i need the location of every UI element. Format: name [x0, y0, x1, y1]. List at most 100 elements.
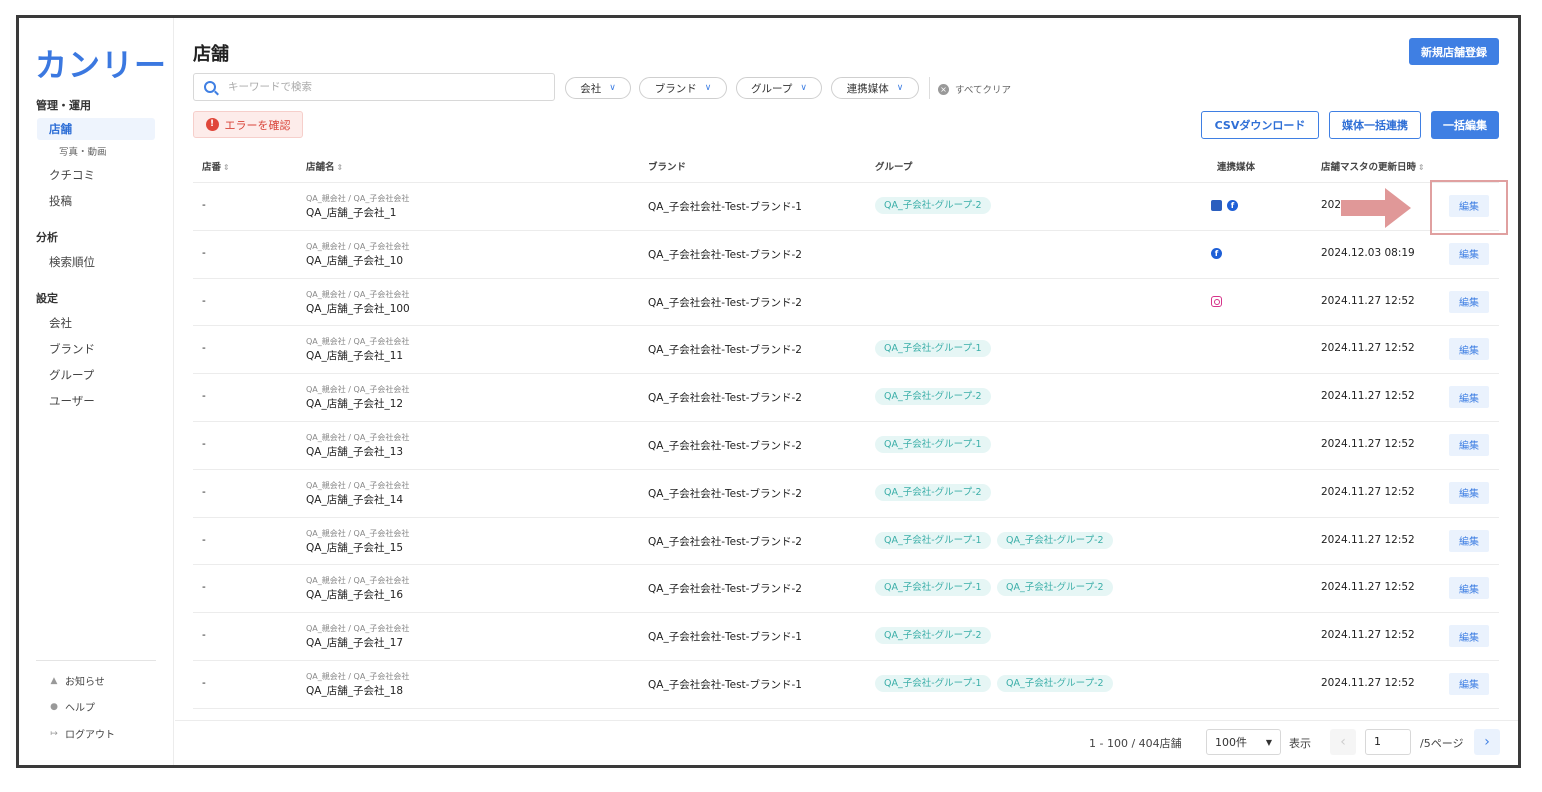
app-window: カンリー 管理・運用 店舗 写真・動画 クチコミ 投稿 分析 検索順位 設定 会… — [16, 15, 1521, 768]
edit-button[interactable]: 編集 — [1449, 625, 1489, 648]
edit-button[interactable]: 編集 — [1449, 338, 1489, 361]
row-divider — [193, 373, 1499, 375]
next-page-button[interactable]: › — [1474, 729, 1500, 755]
linked-media: f — [1211, 247, 1222, 259]
search-box[interactable] — [193, 73, 555, 101]
filter-group[interactable]: グループ ∨ — [736, 77, 822, 99]
sidebar-item-reviews[interactable]: クチコミ — [49, 167, 95, 183]
row-divider — [193, 516, 1499, 518]
store-no: - — [202, 485, 206, 498]
store-name[interactable]: QA_店舗_子会社_15 — [306, 540, 403, 555]
main-content: 店舗 新規店舗登録 会社 ∨ ブランド ∨ グループ ∨ 連携媒体 ∨ × すべてクリア… — [175, 18, 1518, 765]
sidebar-item-group[interactable]: グループ — [49, 367, 94, 383]
store-name[interactable]: QA_店舗_子会社_14 — [306, 492, 403, 507]
sidebar-item-stores[interactable]: 店舗 — [37, 118, 155, 140]
group-tag: QA_子会社-グループ-2 — [875, 627, 991, 645]
pagination-divider — [175, 720, 1518, 721]
new-store-button[interactable]: 新規店舗登録 — [1409, 38, 1499, 65]
csv-download-button[interactable]: CSVダウンロード — [1201, 111, 1319, 139]
clear-all-filters[interactable]: × すべてクリア — [938, 82, 1011, 96]
notifications-label: お知らせ — [65, 677, 105, 688]
store-no: - — [202, 629, 206, 642]
row-divider — [193, 421, 1499, 422]
check-errors-button[interactable]: ! エラーを確認 — [193, 111, 303, 138]
page-title: 店舗 — [193, 44, 229, 65]
column-brand: ブランド — [648, 162, 687, 173]
chevron-down-icon: ∨ — [609, 83, 616, 93]
store-name[interactable]: QA_店舗_子会社_13 — [306, 444, 403, 459]
edit-button[interactable]: 編集 — [1449, 529, 1489, 552]
sidebar-logout[interactable]: ↦ ログアウト — [49, 726, 115, 742]
column-group: グループ — [875, 162, 913, 173]
store-brand: QA_子会社会社-Test-ブランド-2 — [648, 583, 802, 596]
column-updated[interactable]: 店舗マスタの更新日時 ⇕ — [1321, 159, 1425, 173]
check-errors-label: エラーを確認 — [224, 118, 291, 132]
store-updated: 2024.11.27 12:52 — [1321, 629, 1415, 642]
store-name[interactable]: QA_店舗_子会社_17 — [306, 635, 403, 650]
edit-button[interactable]: 編集 — [1449, 481, 1489, 504]
sidebar-item-brand[interactable]: ブランド — [49, 341, 95, 357]
nav-heading-settings: 設定 — [36, 292, 58, 305]
chevron-down-icon: ∨ — [800, 83, 807, 93]
edit-button[interactable]: 編集 — [1449, 290, 1489, 313]
per-page-select[interactable]: 100件 ▼ — [1206, 729, 1281, 755]
filter-divider — [929, 77, 930, 99]
column-store-no[interactable]: 店番 ⇕ — [202, 159, 230, 173]
filter-company[interactable]: 会社 ∨ — [565, 77, 631, 99]
store-company: QA_親会社 / QA_子会社会社 — [306, 576, 410, 586]
filter-media[interactable]: 連携媒体 ∨ — [831, 77, 919, 99]
logout-icon: ↦ — [50, 728, 58, 739]
sort-icon: ⇕ — [1418, 163, 1425, 172]
store-brand: QA_子会社会社-Test-ブランド-2 — [648, 248, 802, 261]
edit-button[interactable]: 編集 — [1449, 386, 1489, 409]
store-updated: 2024.12.03 08:19 — [1321, 246, 1415, 259]
edit-button[interactable]: 編集 — [1449, 433, 1489, 456]
group-tag: QA_子会社-グループ-2 — [997, 579, 1113, 597]
column-store-name-label: 店舗名 — [306, 162, 335, 173]
per-page-value: 100件 — [1215, 736, 1247, 749]
store-company: QA_親会社 / QA_子会社会社 — [306, 385, 410, 395]
edit-button[interactable]: 編集 — [1449, 242, 1489, 265]
store-no: - — [202, 342, 206, 355]
column-store-name[interactable]: 店舗名 ⇕ — [306, 159, 343, 173]
page-input[interactable]: 1 — [1365, 729, 1411, 755]
edit-button[interactable]: 編集 — [1449, 672, 1489, 695]
sidebar-item-photos[interactable]: 写真・動画 — [59, 144, 107, 158]
bulk-media-link-button[interactable]: 媒体一括連携 — [1329, 111, 1421, 139]
store-name[interactable]: QA_店舗_子会社_100 — [306, 301, 410, 316]
sidebar-item-company[interactable]: 会社 — [49, 315, 72, 331]
row-divider — [193, 277, 1499, 279]
edit-button[interactable]: 編集 — [1449, 577, 1489, 600]
per-page-label: 表示 — [1289, 737, 1311, 750]
store-brand: QA_子会社会社-Test-ブランド-2 — [648, 439, 802, 452]
sidebar-help[interactable]: ● ヘルプ — [49, 699, 95, 715]
row-divider — [193, 229, 1499, 231]
instagram-icon — [1211, 295, 1222, 307]
store-name[interactable]: QA_店舗_子会社_16 — [306, 587, 403, 602]
search-input[interactable] — [228, 81, 528, 93]
sidebar-item-search-rank[interactable]: 検索順位 — [49, 254, 95, 270]
store-brand: QA_子会社会社-Test-ブランド-1 — [648, 200, 802, 213]
filter-brand[interactable]: ブランド ∨ — [639, 77, 727, 99]
app-logo[interactable]: カンリー — [35, 40, 167, 86]
group-tag: QA_子会社-グループ-1 — [875, 340, 991, 358]
store-updated: 2024.11.27 12:52 — [1321, 294, 1415, 307]
sidebar-item-posts[interactable]: 投稿 — [49, 193, 72, 209]
bulk-edit-button[interactable]: 一括編集 — [1431, 111, 1499, 139]
row-divider — [193, 325, 1499, 327]
store-name[interactable]: QA_店舗_子会社_1 — [306, 205, 396, 220]
prev-page-button[interactable]: ‹ — [1330, 729, 1356, 755]
store-name[interactable]: QA_店舗_子会社_18 — [306, 683, 403, 698]
store-company: QA_親会社 / QA_子会社会社 — [306, 241, 410, 251]
store-name[interactable]: QA_店舗_子会社_12 — [306, 396, 403, 411]
sidebar-notifications[interactable]: ▲ お知らせ — [49, 673, 105, 689]
store-company: QA_親会社 / QA_子会社会社 — [306, 528, 410, 538]
store-updated: 2024.11.27 12:52 — [1321, 437, 1415, 450]
caret-down-icon: ▼ — [1265, 737, 1272, 747]
sort-icon: ⇕ — [223, 163, 230, 172]
store-name[interactable]: QA_店舗_子会社_11 — [306, 348, 403, 363]
store-company: QA_親会社 / QA_子会社会社 — [306, 289, 410, 299]
store-updated: 2024.11.27 12:52 — [1321, 390, 1415, 403]
sidebar-item-users[interactable]: ユーザー — [49, 393, 95, 409]
store-name[interactable]: QA_店舗_子会社_10 — [306, 253, 403, 268]
